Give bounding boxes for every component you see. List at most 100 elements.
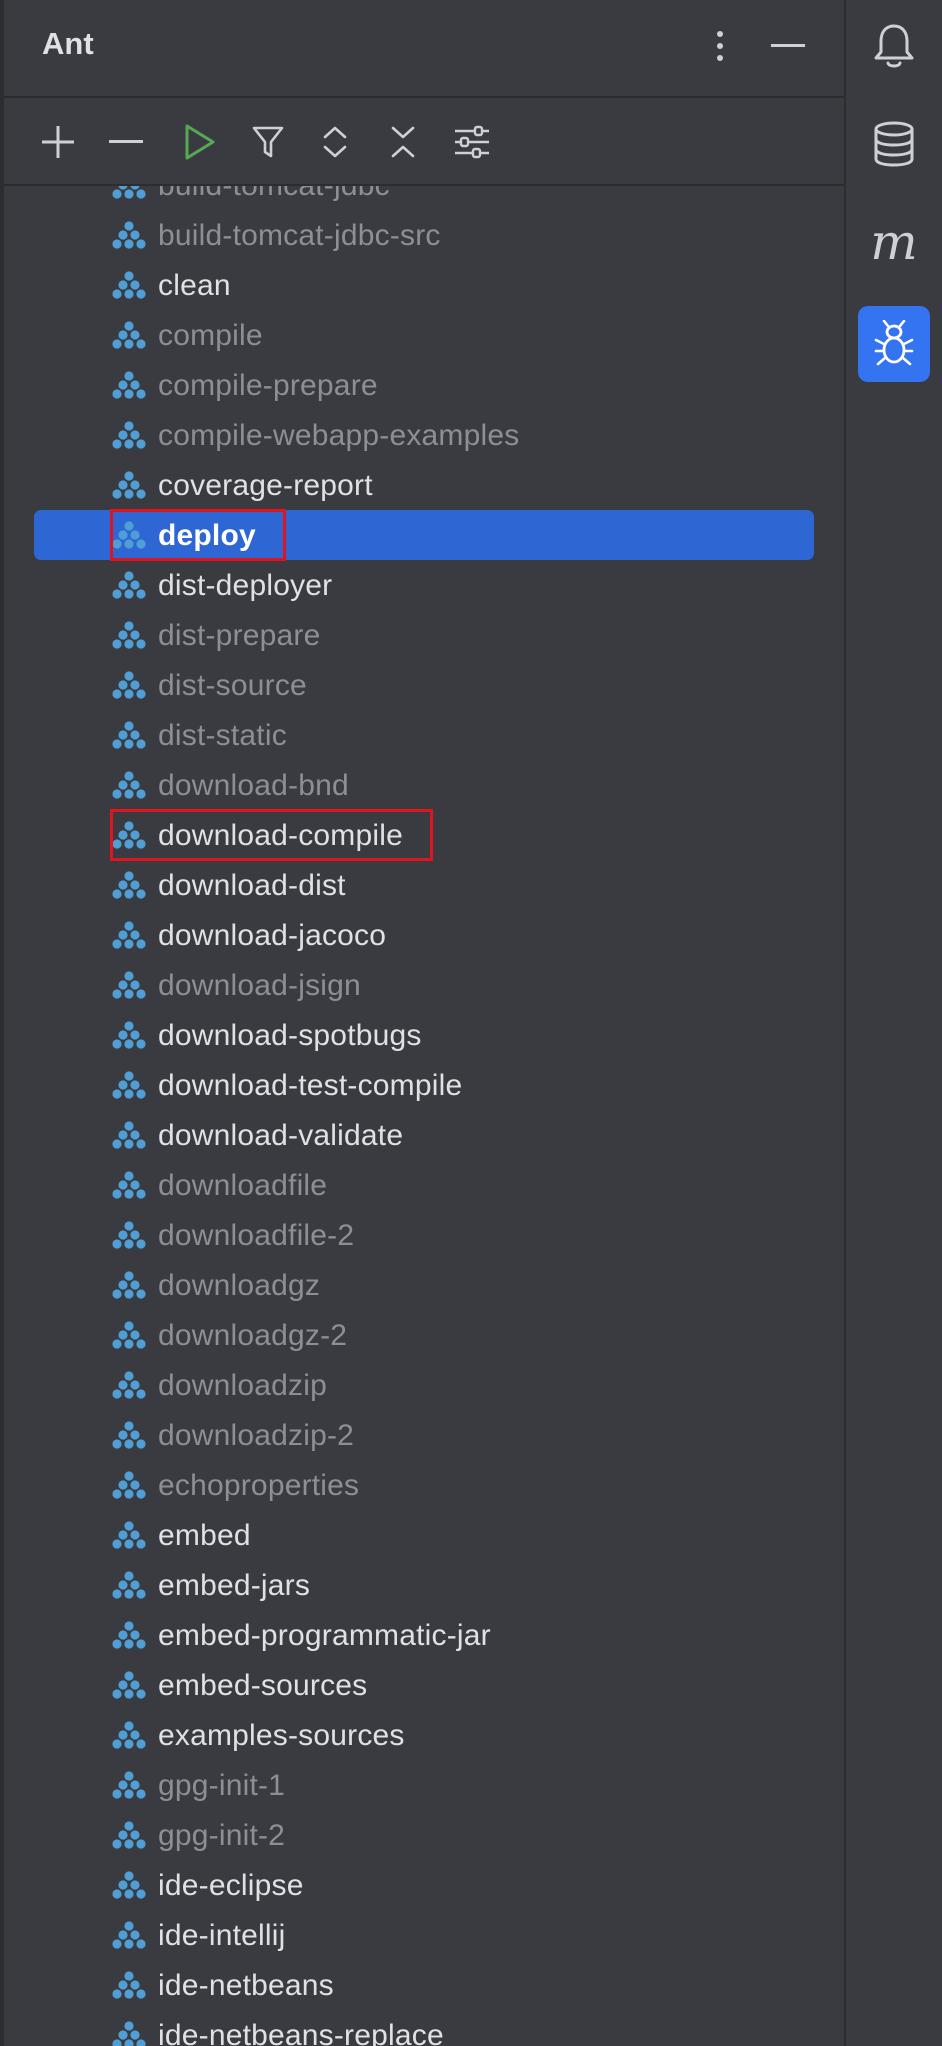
ant-target-icon [112,1021,146,1049]
ant-target-icon [112,1671,146,1699]
tree-item-ide-intellij[interactable]: ide-intellij [4,1910,844,1960]
tree-item-download-test-compile[interactable]: download-test-compile [4,1060,844,1110]
tree-item-ide-netbeans[interactable]: ide-netbeans [4,1960,844,2010]
add-icon [42,126,74,158]
tree-item-examples-sources[interactable]: examples-sources [4,1710,844,1760]
tree-item-build-tomcat-jdbc-src[interactable]: build-tomcat-jdbc-src [4,210,844,260]
tree-item-embed-programmatic-jar[interactable]: embed-programmatic-jar [4,1610,844,1660]
maven-icon: m [870,213,918,271]
tree-item-compile-prepare[interactable]: compile-prepare [4,360,844,410]
ant-target-icon [112,421,146,449]
ant-target-icon [112,1421,146,1449]
tree-item-download-jsign[interactable]: download-jsign [4,960,844,1010]
ant-target-icon [112,1971,146,1999]
tree-item-download-spotbugs[interactable]: download-spotbugs [4,1010,844,1060]
tree-item-deploy[interactable]: deploy [4,509,844,561]
run-target-button[interactable] [176,118,224,166]
tree-item-download-validate[interactable]: download-validate [4,1110,844,1160]
ant-target-icon [112,221,146,249]
ant-target-icon [112,1871,146,1899]
tree-item-downloadzip-2[interactable]: downloadzip-2 [4,1410,844,1460]
ant-target-icon [112,921,146,949]
tree-item-build-tomcat-jdbc[interactable]: build-tomcat-jdbc [4,186,844,210]
tree-item-label: download-bnd [158,769,349,802]
ant-target-icon [112,1221,146,1249]
tree-item-label: examples-sources [158,1719,405,1752]
tree-item-compile-webapp-examples[interactable]: compile-webapp-examples [4,410,844,460]
tree-item-downloadgz-2[interactable]: downloadgz-2 [4,1310,844,1360]
tree-item-dist-source[interactable]: dist-source [4,660,844,710]
tree-item-label: build-tomcat-jdbc-src [158,219,441,252]
ant-button[interactable] [858,306,930,382]
ant-target-icon [112,1321,146,1349]
ant-icon [874,320,914,366]
tree-item-echoproperties[interactable]: echoproperties [4,1460,844,1510]
ant-toolbar [4,98,844,186]
tool-window-header: Ant [4,0,844,98]
notifications-button[interactable] [858,8,930,84]
add-build-file-button[interactable] [34,118,82,166]
tree-item-label: download-dist [158,869,346,902]
annotation-box [110,509,286,561]
ant-target-icon [112,1171,146,1199]
tree-item-ide-netbeans-replace[interactable]: ide-netbeans-replace [4,2010,844,2046]
tree-item-embed[interactable]: embed [4,1510,844,1560]
tree-item-downloadfile[interactable]: downloadfile [4,1160,844,1210]
tree-item-clean[interactable]: clean [4,260,844,310]
maven-button[interactable]: m [858,204,930,280]
ant-target-icon [112,1071,146,1099]
tree-item-gpg-init-2[interactable]: gpg-init-2 [4,1810,844,1860]
tree-item-download-bnd[interactable]: download-bnd [4,760,844,810]
properties-button[interactable] [448,118,496,166]
expand-all-button[interactable] [311,118,359,166]
more-vertical-icon [717,31,723,61]
tree-item-downloadfile-2[interactable]: downloadfile-2 [4,1210,844,1260]
ant-target-icon [112,1821,146,1849]
filter-icon [252,126,284,158]
ant-target-icon [112,671,146,699]
ant-target-icon [112,2021,146,2046]
tree-item-label: dist-prepare [158,619,321,652]
database-button[interactable] [858,106,930,182]
tree-item-label: dist-source [158,669,307,702]
tree-item-label: clean [158,269,231,302]
ant-target-icon [112,1921,146,1949]
tree-item-label: download-validate [158,1119,404,1152]
tree-item-download-compile[interactable]: download-compile [4,809,844,861]
tree-item-label: embed-programmatic-jar [158,1619,491,1652]
tree-item-label: build-tomcat-jdbc [158,186,390,203]
tree-item-download-jacoco[interactable]: download-jacoco [4,910,844,960]
right-tool-strip: m [846,0,942,2046]
ant-target-icon [112,371,146,399]
tree-item-embed-jars[interactable]: embed-jars [4,1560,844,1610]
ant-target-icon [112,321,146,349]
tree-item-label: gpg-init-2 [158,1819,286,1852]
collapse-all-icon [391,126,415,158]
collapse-all-button[interactable] [379,118,427,166]
ant-target-icon [112,1121,146,1149]
tree-item-downloadgz[interactable]: downloadgz [4,1260,844,1310]
tree-item-label: compile [158,319,263,352]
tree-item-ide-eclipse[interactable]: ide-eclipse [4,1860,844,1910]
tree-item-dist-static[interactable]: dist-static [4,710,844,760]
tree-item-dist-prepare[interactable]: dist-prepare [4,610,844,660]
hide-button[interactable] [764,22,812,70]
tree-item-coverage-report[interactable]: coverage-report [4,460,844,510]
filter-targets-button[interactable] [244,118,292,166]
remove-build-file-button[interactable] [102,118,150,166]
ant-target-tree: build-tomcat-jdbc build-tomcat-jdbc-src cl… [4,186,844,2046]
tree-item-downloadzip[interactable]: downloadzip [4,1360,844,1410]
tree-item-label: embed [158,1519,251,1552]
ant-target-icon [112,1771,146,1799]
tree-item-gpg-init-1[interactable]: gpg-init-1 [4,1760,844,1810]
tree-item-download-dist[interactable]: download-dist [4,860,844,910]
tree-item-label: downloadzip-2 [158,1419,355,1452]
ant-target-icon [112,1471,146,1499]
tree-item-compile[interactable]: compile [4,310,844,360]
tree-item-label: ide-netbeans [158,1969,334,2002]
tree-item-embed-sources[interactable]: embed-sources [4,1660,844,1710]
ant-target-icon [112,971,146,999]
database-icon [874,121,914,167]
tree-item-dist-deployer[interactable]: dist-deployer [4,560,844,610]
more-options-button[interactable] [696,22,744,70]
